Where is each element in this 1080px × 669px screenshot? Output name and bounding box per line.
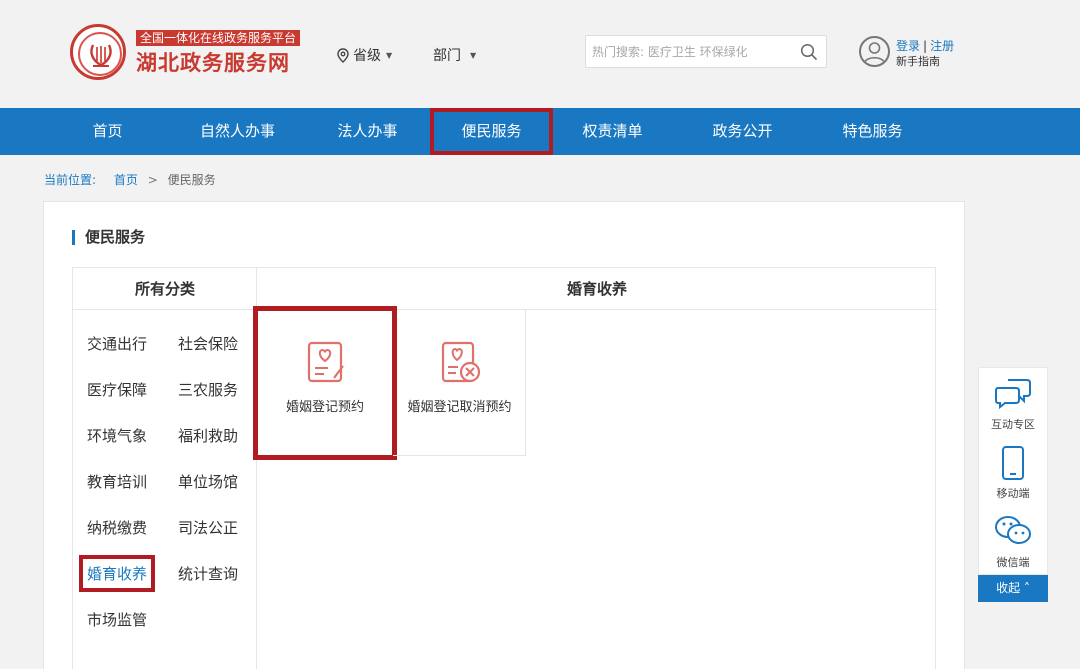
logo-emblem[interactable] [70, 24, 126, 80]
tool-label: 微信端 [996, 556, 1030, 569]
marriage-register-icon [307, 341, 344, 383]
category-item[interactable]: 教育培训 [87, 471, 147, 492]
category-sidebar: 所有分类 交通出行 社会保险 医疗保障 三农服务 环境气象 福利救助 教育培训 … [73, 268, 257, 669]
tool-mobile[interactable]: 移动端 [979, 437, 1047, 506]
chevron-down-icon: ▼ [470, 50, 477, 60]
nav-item-corporate[interactable]: 法人办事 [320, 108, 415, 155]
wechat-icon [995, 516, 1031, 544]
tool-label: 移动端 [996, 487, 1030, 500]
main-nav: 首页 自然人办事 法人办事 便民服务 权责清单 政务公开 特色服务 [0, 108, 1080, 155]
divider: | [923, 39, 928, 53]
breadcrumb-current: 便民服务 [167, 173, 216, 187]
search-box [585, 35, 827, 68]
service-card-marriage-cancel[interactable]: 婚姻登记取消预约 [393, 310, 526, 456]
search-icon[interactable] [800, 43, 818, 61]
dept-label: 部门 [433, 48, 461, 64]
category-item[interactable]: 医疗保障 [87, 379, 147, 400]
lyre-emblem-icon [90, 44, 112, 67]
nav-item-individual[interactable]: 自然人办事 [185, 108, 290, 155]
page-title: 便民服务 [72, 230, 145, 245]
category-item[interactable]: 纳税缴费 [87, 517, 147, 538]
category-item[interactable]: 司法公正 [178, 517, 238, 538]
category-item[interactable]: 福利救助 [178, 425, 238, 446]
breadcrumb-label: 当前位置: [44, 173, 97, 187]
category-item[interactable]: 统计查询 [178, 563, 238, 584]
dept-dropdown[interactable]: 部门 ▼ [433, 45, 476, 65]
login-link[interactable]: 登录 [896, 39, 920, 53]
user-links: 登录 | 注册 [896, 37, 954, 54]
service-card-marriage-booking[interactable]: 婚姻登记预约 [253, 306, 397, 460]
search-input[interactable] [592, 42, 792, 62]
chat-bubbles-icon [995, 379, 1031, 410]
breadcrumb-home[interactable]: 首页 [114, 173, 138, 187]
mobile-phone-icon [1002, 446, 1024, 480]
nav-item-power-list[interactable]: 权责清单 [565, 108, 660, 155]
category-box: 所有分类 交通出行 社会保险 医疗保障 三农服务 环境气象 福利救助 教育培训 … [72, 267, 937, 669]
user-icon [863, 42, 886, 64]
region-label: 省级 [353, 48, 381, 64]
marriage-cancel-icon [441, 341, 481, 383]
category-item[interactable]: 环境气象 [87, 425, 147, 446]
service-label: 婚姻登记预约 [285, 400, 364, 415]
tool-label: 互动专区 [991, 418, 1035, 431]
location-pin-icon [337, 47, 349, 63]
user-avatar[interactable] [859, 36, 890, 67]
region-dropdown[interactable]: 省级 ▼ [337, 45, 392, 65]
nav-item-public-service[interactable]: 便民服务 [430, 108, 553, 155]
nav-item-home[interactable]: 首页 [60, 108, 155, 155]
chevron-right-icon: > [147, 173, 158, 187]
nav-item-featured[interactable]: 特色服务 [825, 108, 920, 155]
site-header: 全国一体化在线政务服务平台 湖北政务服务网 省级 ▼ 部门 ▼ 登录|注册 新手… [0, 0, 1080, 108]
tool-wechat[interactable]: 微信端 [979, 506, 1047, 575]
guide-link[interactable]: 新手指南 [896, 53, 940, 69]
chevron-down-icon: ▼ [386, 50, 393, 60]
service-label: 婚姻登记取消预约 [407, 400, 512, 415]
breadcrumb: 当前位置: 首页 > 便民服务 [44, 171, 216, 188]
site-slogan: 全国一体化在线政务服务平台 [136, 30, 301, 46]
category-item[interactable]: 三农服务 [178, 379, 238, 400]
subcategory-header: 婚育收养 [257, 268, 937, 310]
collapse-button[interactable]: 收起 ˄ [978, 575, 1048, 602]
category-item[interactable]: 社会保险 [178, 333, 238, 354]
nav-item-gov-affairs[interactable]: 政务公开 [695, 108, 790, 155]
category-item[interactable]: 交通出行 [87, 333, 147, 354]
chevron-up-icon: ˄ [1020, 581, 1030, 595]
register-link[interactable]: 注册 [930, 39, 954, 53]
tool-interaction[interactable]: 互动专区 [979, 368, 1047, 437]
collapse-label: 收起 [996, 581, 1021, 595]
category-item-active[interactable]: 婚育收养 [78, 555, 156, 592]
side-toolbar: 互动专区 移动端 微信端 [978, 367, 1048, 575]
category-item[interactable]: 市场监管 [87, 609, 147, 630]
category-item[interactable]: 单位场馆 [178, 471, 238, 492]
site-title[interactable]: 湖北政务服务网 [136, 47, 290, 77]
category-header: 所有分类 [73, 268, 257, 310]
main-panel: 便民服务 所有分类 交通出行 社会保险 医疗保障 三农服务 环境气象 福利救助 … [43, 201, 965, 669]
